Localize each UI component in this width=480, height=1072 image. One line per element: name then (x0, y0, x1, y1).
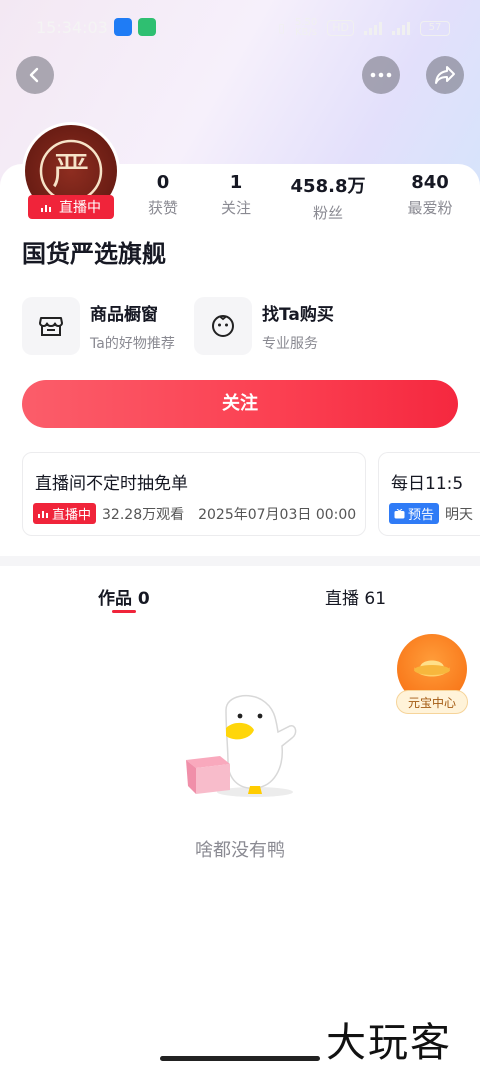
section-divider (0, 556, 480, 566)
ingot-center-widget[interactable]: 元宝中心 (396, 634, 468, 714)
home-indicator[interactable] (160, 1056, 320, 1061)
stat-value: 840 (411, 172, 449, 193)
live-card-extra: 明天 (445, 506, 474, 523)
notification-app-icon (138, 18, 156, 36)
live-card[interactable]: 每日11:5 预告 明天 (378, 452, 480, 536)
stat-following[interactable]: 1 关注 (191, 172, 281, 218)
service-subtitle: Ta的好物推荐 (90, 335, 175, 352)
back-button[interactable] (16, 56, 54, 94)
storefront-icon (22, 297, 80, 355)
signal-icon (364, 21, 382, 35)
live-card-title: 直播间不定时抽免单 (35, 474, 188, 494)
notification-app-icon (114, 18, 132, 36)
service-find-to-buy[interactable]: 找Ta购买 专业服务 (194, 296, 334, 356)
service-subtitle: 专业服务 (262, 335, 318, 352)
live-badge-label: 直播中 (59, 200, 101, 216)
live-bars-icon (38, 511, 48, 518)
signal-icon (392, 21, 410, 35)
live-badge[interactable]: 直播中 (28, 195, 114, 219)
more-dots-icon (370, 72, 392, 78)
net-speed: 5.50 KB/s (294, 17, 318, 38)
status-time: 15:34:03 (36, 18, 108, 37)
live-card-views: 32.28万观看 (102, 506, 185, 523)
live-card-time: 2025年07月03日 00:00 (198, 506, 357, 523)
tab-works[interactable]: 作品 0 (98, 584, 150, 609)
stat-top-fans[interactable]: 840 最爱粉 (385, 172, 475, 218)
battery-icon: 57 (420, 20, 450, 36)
live-bars-icon (41, 205, 51, 212)
empty-state-duck-illustration (180, 690, 310, 810)
stat-value: 458.8万 (290, 176, 366, 197)
active-tab-indicator (112, 610, 136, 613)
empty-state-text: 啥都没有鸭 (195, 840, 285, 861)
ingot-center-label: 元宝中心 (396, 690, 468, 714)
tab-live[interactable]: 直播 61 (325, 584, 386, 609)
share-button[interactable] (426, 56, 464, 94)
share-icon (435, 66, 455, 84)
service-title: 商品橱窗 (90, 304, 158, 325)
status-bar: 15:34:03 ▯ 5.50 KB/s HD 57 (0, 0, 480, 56)
hd-icon: HD (327, 20, 354, 36)
service-title: 找Ta购买 (262, 304, 334, 325)
chevron-left-icon (29, 67, 39, 83)
live-card[interactable]: 直播间不定时抽免单 直播中 32.28万观看 2025年07月03日 00:00 (22, 452, 366, 536)
profile-stats: 0 获赞 1 关注 458.8万 粉丝 840 最爱粉 (128, 172, 480, 222)
watermark: 大玩客 (326, 1020, 452, 1066)
profile-name: 国货严选旗舰 (22, 240, 166, 268)
content-tabs: 作品 0 直播 61 (0, 566, 480, 622)
more-button[interactable] (362, 56, 400, 94)
stat-fans[interactable]: 458.8万 粉丝 (283, 172, 373, 223)
svg-text:严: 严 (52, 149, 90, 193)
follow-button[interactable]: 关注 (22, 380, 458, 428)
stat-label: 最爱粉 (407, 199, 453, 217)
stat-value: 1 (229, 172, 243, 193)
preview-badge: 预告 (389, 503, 440, 524)
tv-icon (394, 508, 405, 518)
live-card-title: 每日11:5 (391, 474, 464, 494)
system-icons: ▯ 5.50 KB/s HD 57 (278, 18, 450, 38)
service-showcase[interactable]: 商品橱窗 Ta的好物推荐 (22, 296, 175, 356)
live-status-badge: 直播中 (33, 503, 97, 524)
vibrate-icon: ▯ (278, 21, 285, 35)
stat-label: 粉丝 (312, 204, 343, 222)
stat-label: 关注 (220, 199, 251, 217)
smile-chat-icon (194, 297, 252, 355)
